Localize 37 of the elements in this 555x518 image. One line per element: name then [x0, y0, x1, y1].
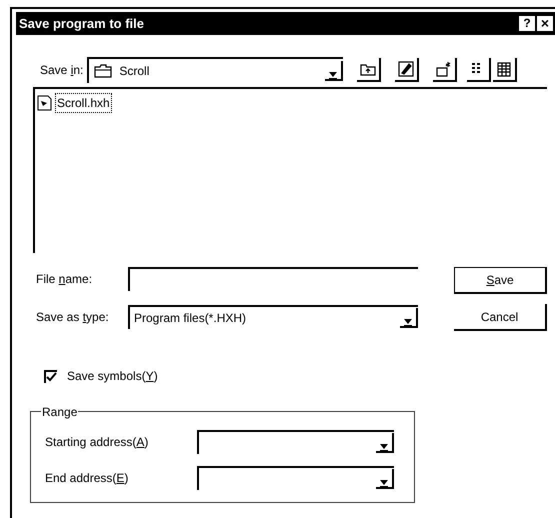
caret-icon: [379, 441, 389, 451]
address-label: End address(E): [45, 470, 130, 487]
caret-icon: [403, 316, 413, 326]
folder-icon: [93, 63, 114, 79]
list-view-icon[interactable]: [467, 58, 492, 82]
combo-value: Program files(*.HXH): [133, 310, 248, 327]
dropdown-button[interactable]: [376, 469, 394, 489]
dropdown-button[interactable]: [325, 61, 344, 81]
dropdown-button[interactable]: [400, 308, 418, 328]
address-label: Starting address(A): [45, 434, 150, 451]
address-combo[interactable]: [197, 430, 394, 454]
details-view-icon[interactable]: [493, 58, 518, 82]
file-name-field[interactable]: [128, 267, 418, 291]
help-button[interactable]: ?: [519, 16, 535, 31]
dialog-button[interactable]: Save: [454, 267, 547, 294]
up-folder-icon[interactable]: [357, 58, 382, 82]
new-folder-icon[interactable]: [433, 58, 458, 82]
save-symbols-label: Save symbols(Y): [67, 368, 158, 385]
check-icon: [46, 372, 57, 382]
dialog-button[interactable]: Cancel: [454, 304, 547, 331]
address-combo[interactable]: [197, 466, 394, 490]
save-as-type-label: Save as type:: [36, 309, 110, 326]
file-name-label: File name:: [36, 271, 94, 288]
caret-icon: [379, 477, 389, 487]
close-button[interactable]: ×: [537, 16, 553, 31]
save-as-type-combo[interactable]: Program files(*.HXH): [128, 305, 418, 329]
pen-icon[interactable]: [395, 58, 420, 82]
dropdown-button[interactable]: [376, 433, 394, 453]
window-title: Save program to file: [19, 14, 145, 33]
file-name: Scroll.hxh: [55, 93, 112, 113]
file-icon: [37, 95, 53, 111]
caret-icon: [328, 69, 338, 79]
checkbox[interactable]: [44, 370, 57, 382]
file-item[interactable]: Scroll.hxh: [37, 93, 547, 113]
save-in-label: Save in:: [40, 62, 84, 79]
save-in-value: Scroll: [118, 63, 150, 80]
save-in-combo[interactable]: Scroll: [87, 57, 344, 83]
